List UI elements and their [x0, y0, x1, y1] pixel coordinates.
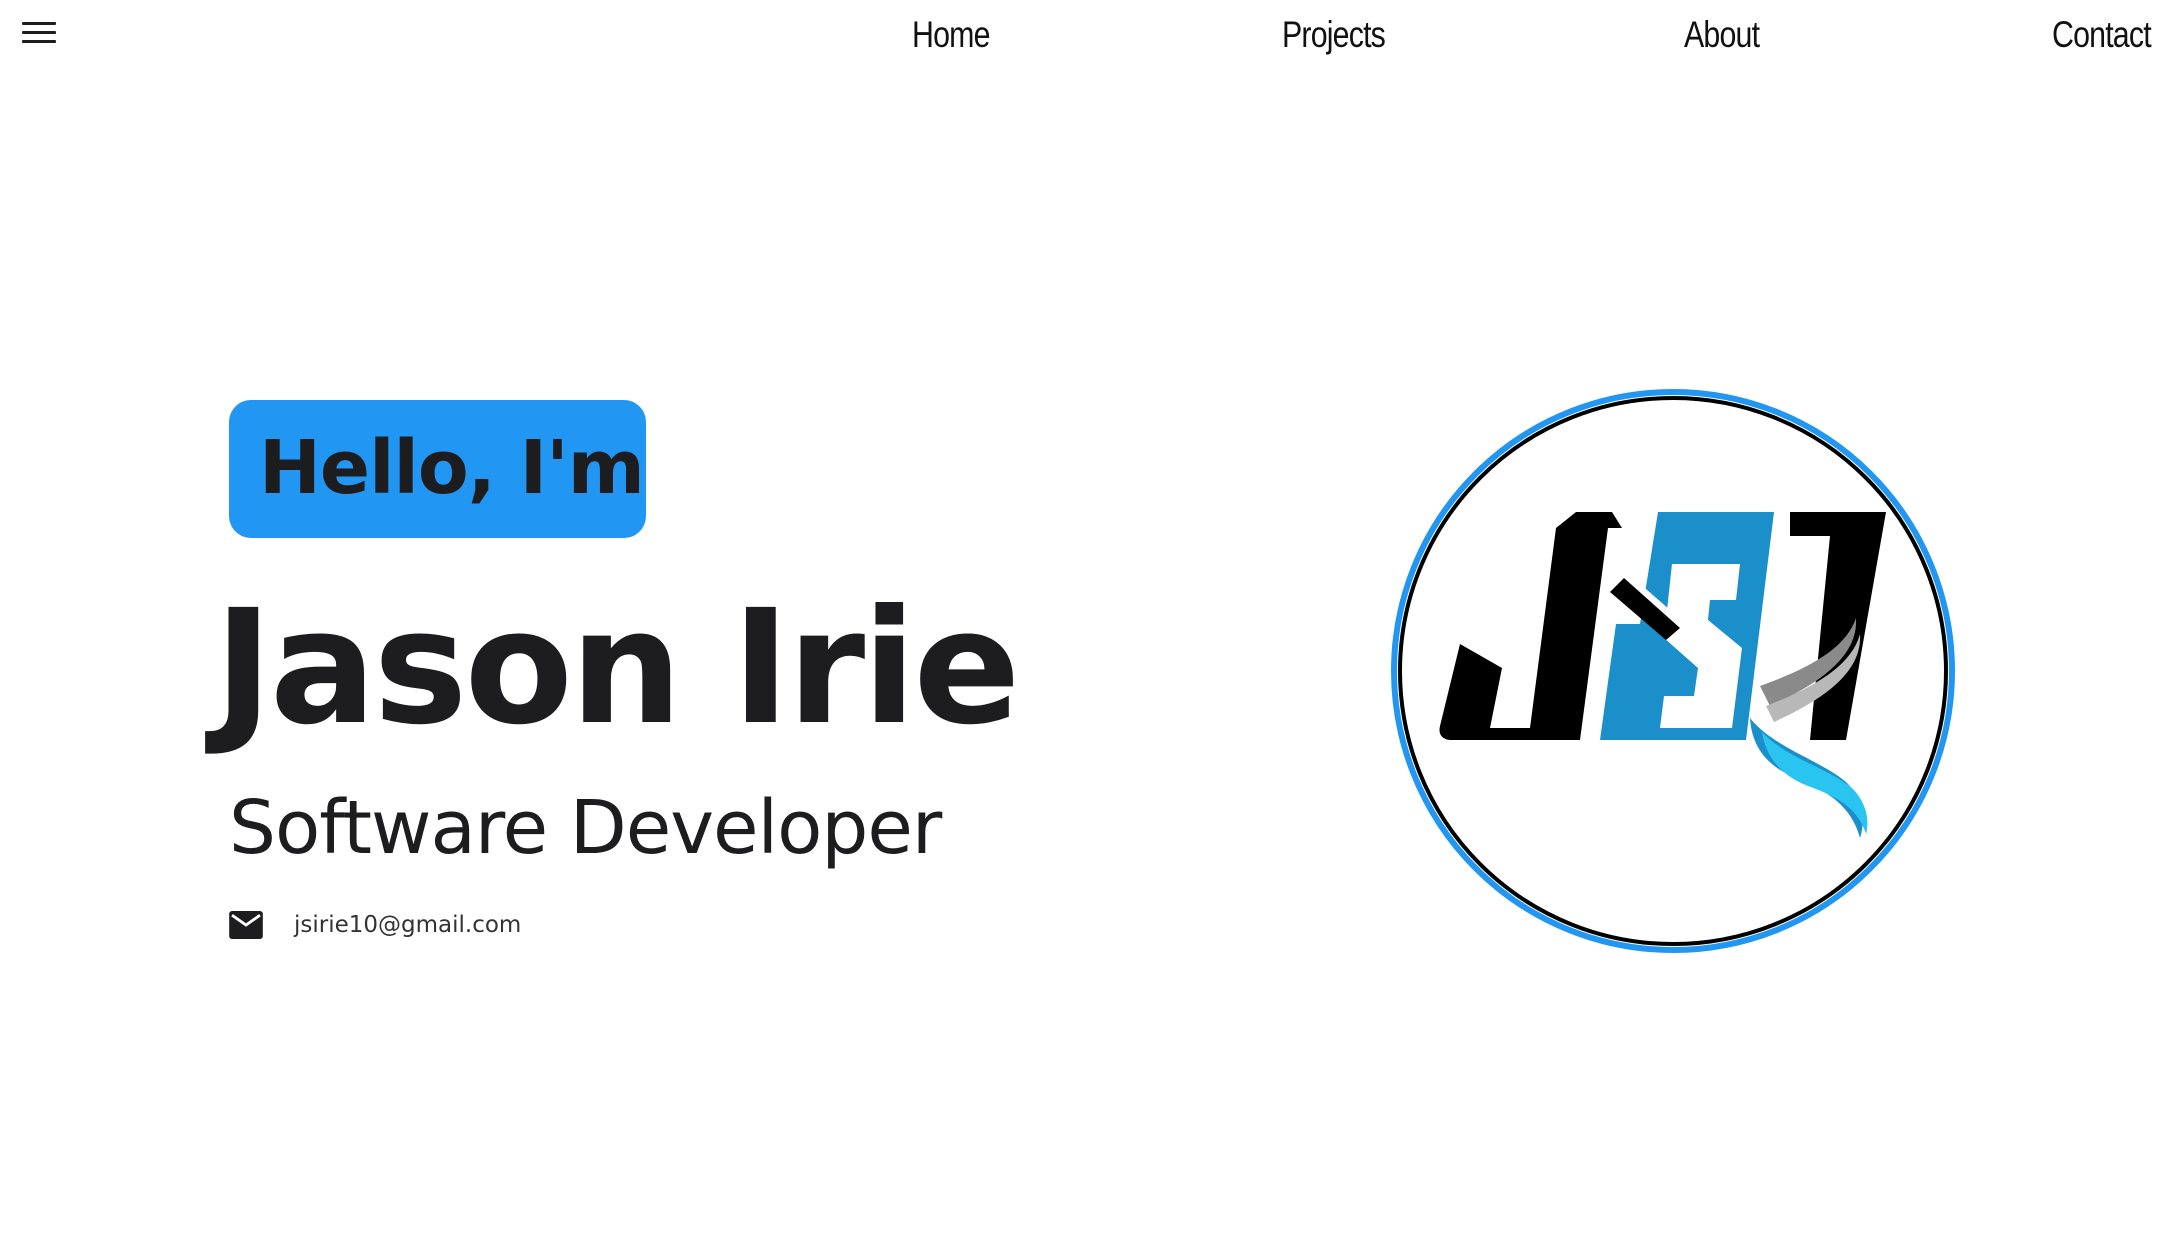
greeting-text: Hello, I'm — [259, 425, 645, 511]
hero-role: Software Developer — [229, 785, 942, 871]
page: Home Projects About Contact Hello, I'm J… — [0, 0, 2177, 1251]
jsi-logo — [1391, 389, 1955, 953]
hamburger-menu-icon[interactable] — [22, 22, 56, 48]
nav-projects[interactable]: Projects — [1282, 10, 1386, 60]
nav-about[interactable]: About — [1684, 10, 1760, 60]
email-row: jsirie10@gmail.com — [229, 905, 521, 945]
hero-name: Jason Irie — [214, 576, 1021, 760]
nav-contact[interactable]: Contact — [2052, 10, 2152, 60]
main-nav: Home Projects About Contact — [820, 10, 2152, 60]
greeting-badge: Hello, I'm — [229, 400, 646, 538]
mail-icon — [229, 911, 263, 939]
nav-home[interactable]: Home — [912, 10, 990, 60]
email-link[interactable]: jsirie10@gmail.com — [294, 912, 521, 938]
